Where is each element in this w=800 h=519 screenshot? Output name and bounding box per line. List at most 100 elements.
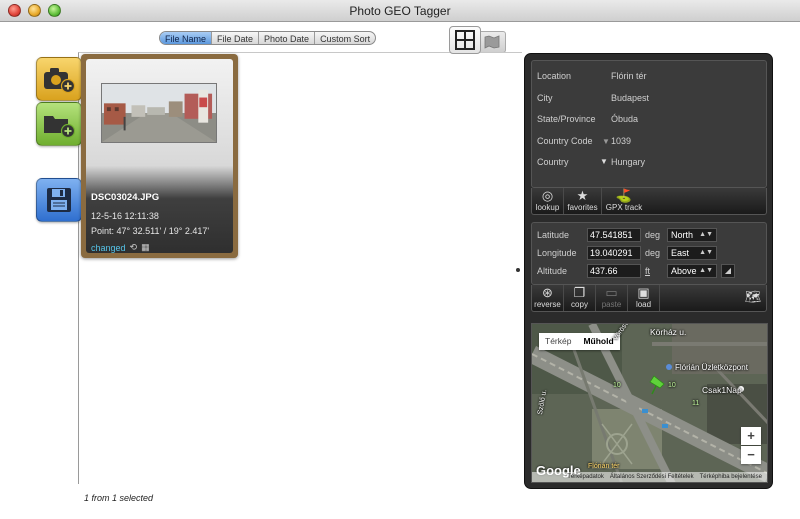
altitude-field[interactable]: 437.66 (587, 264, 641, 278)
country-code-label: Country Code (537, 136, 593, 146)
city-label: City (537, 93, 553, 103)
folder-plus-icon (44, 116, 76, 139)
refresh-icon[interactable]: ⟲ (130, 242, 138, 253)
map-poi-label: Csak1Nap (702, 385, 742, 395)
copy-label: copy (571, 300, 588, 309)
favorites-button[interactable]: ★ favorites (564, 188, 602, 214)
longitude-unit: deg (645, 248, 661, 258)
longitude-direction-select[interactable]: East ▲▼ (667, 246, 717, 260)
photo-filename: DSC03024.JPG (91, 192, 160, 203)
altitude-lookup-button[interactable]: ◢ (721, 264, 735, 278)
add-folder-button[interactable] (36, 102, 82, 146)
mountain-icon: ◢ (724, 266, 732, 275)
map-road-number: 11 (692, 400, 700, 407)
star-icon: ★ (576, 188, 589, 203)
map-street-label: Körház u. (650, 327, 687, 337)
map-footer: Térképadatok Általános Szerződési Feltét… (532, 472, 767, 482)
location-field[interactable]: Flórin tér (611, 68, 758, 84)
reverse-label: reverse (534, 300, 561, 309)
paste-button[interactable]: ▭ paste (596, 285, 628, 311)
map-road-number: 10 (668, 382, 676, 389)
updown-icon: ▲▼ (699, 267, 713, 274)
copy-button[interactable]: ❐ copy (564, 285, 596, 311)
lookup-label: lookup (535, 203, 560, 212)
photo-thumbnail[interactable] (101, 83, 217, 143)
altitude-reference-select[interactable]: Above ▲▼ (667, 264, 717, 278)
map-type-tabs: Térkép Műhold (539, 333, 620, 350)
grid-icon (455, 30, 475, 50)
reverse-button[interactable]: ⊛ reverse (532, 285, 564, 311)
map-terms-link[interactable]: Általános Szerződési Feltételek (610, 474, 694, 480)
country-label: Country (537, 157, 569, 167)
favorites-label: favorites (567, 203, 598, 212)
floppy-disk-icon[interactable]: ▦ (141, 242, 150, 253)
coordinates-toolbar: ⊛ reverse ❐ copy ▭ paste ▣ load 🗺 (531, 285, 767, 312)
gpx-label: GPX track (605, 203, 643, 212)
paste-label: paste (601, 300, 622, 309)
photo-status: changed (91, 242, 126, 253)
photo-card-body: DSC03024.JPG 12-5-16 12:11:38 Point: 47°… (86, 59, 233, 253)
coordinates-box: Latitude 47.541851 deg North ▲▼ Longitud… (531, 222, 767, 285)
inspector-panel: Location Flórin tér City Budapest State/… (524, 53, 773, 489)
latitude-field[interactable]: 47.541851 (587, 228, 641, 242)
country-code-dropdown-icon[interactable]: ▼ (602, 137, 610, 146)
country-field[interactable]: Hungary (611, 154, 758, 170)
altitude-unit[interactable]: ft (645, 266, 650, 276)
longitude-field[interactable]: 19.040291 (587, 246, 641, 260)
country-row: Country (537, 154, 606, 170)
updown-icon: ▲▼ (699, 231, 713, 238)
add-photos-button[interactable] (36, 57, 82, 101)
city-row: City (537, 90, 606, 106)
country-code-field[interactable]: 1039 (611, 133, 647, 149)
paste-icon: ▭ (605, 285, 618, 300)
sort-file-name[interactable]: File Name (160, 32, 213, 44)
latitude-direction-value: North (671, 230, 694, 240)
photo-status-row: changed ⟲ ▦ (91, 242, 150, 253)
location-box: Location Flórin tér City Budapest State/… (531, 60, 767, 188)
map-view-button[interactable] (478, 31, 506, 53)
reverse-geocode-icon: ⊛ (542, 285, 553, 300)
map-icon: 🗺 (744, 289, 762, 304)
location-row: Location (537, 68, 606, 84)
country-dropdown-icon[interactable]: ▼ (600, 157, 608, 166)
map-icon (484, 35, 500, 49)
city-field[interactable]: Budapest (611, 90, 758, 106)
country-code-row: Country Code (537, 133, 606, 149)
load-button[interactable]: ▣ load (628, 285, 660, 311)
map-report-link[interactable]: Térképhiba bejelentése (700, 474, 762, 480)
map-tab-terkep[interactable]: Térkép (539, 333, 577, 350)
lookup-button[interactable]: ◎ lookup (532, 188, 564, 214)
map-view[interactable]: Térkép Műhold Körház u. Vörösvári út Sző… (531, 323, 768, 483)
latitude-unit: deg (645, 230, 661, 240)
longitude-direction-value: East (671, 248, 690, 258)
state-field[interactable]: Óbuda (611, 111, 758, 127)
load-icon: ▣ (637, 285, 650, 300)
selection-status: 1 from 1 selected (84, 493, 154, 503)
save-button[interactable] (36, 178, 82, 222)
map-zoom-out-button[interactable]: − (741, 446, 761, 464)
grid-view-button[interactable] (449, 26, 481, 54)
floppy-disk-icon (47, 188, 71, 212)
gpx-track-button[interactable]: ⛳ GPX track (602, 188, 646, 214)
photo-date: 12-5-16 12:11:38 (91, 211, 159, 221)
camera-plus-icon (44, 68, 76, 94)
sort-file-date[interactable]: File Date (212, 32, 260, 44)
sort-photo-date[interactable]: Photo Date (259, 32, 316, 44)
map-zoom-in-button[interactable]: + (741, 427, 761, 445)
crosshair-icon: ◎ (541, 188, 554, 203)
sort-custom[interactable]: Custom Sort (315, 32, 375, 44)
map-data-link[interactable]: Térképadatok (567, 474, 604, 480)
title-bar: Photo GEO Tagger (0, 0, 800, 22)
sort-segmented-control: File Name File Date Photo Date Custom So… (159, 31, 377, 45)
location-label: Location (537, 71, 572, 81)
split-view-handle[interactable] (516, 268, 520, 272)
altitude-reference-value: Above (671, 266, 697, 276)
photo-card[interactable]: DSC03024.JPG 12-5-16 12:11:38 Point: 47°… (81, 54, 238, 258)
updown-icon: ▲▼ (699, 249, 713, 256)
photo-point: Point: 47° 32.511' / 19° 2.417' (91, 226, 210, 236)
open-map-button[interactable]: 🗺 (740, 285, 766, 311)
location-toolbar: ◎ lookup ★ favorites ⛳ GPX track (531, 188, 767, 215)
window-title: Photo GEO Tagger (349, 4, 451, 18)
latitude-direction-select[interactable]: North ▲▼ (667, 228, 717, 242)
map-poi-label: Flórián Üzletközpont (675, 363, 748, 372)
